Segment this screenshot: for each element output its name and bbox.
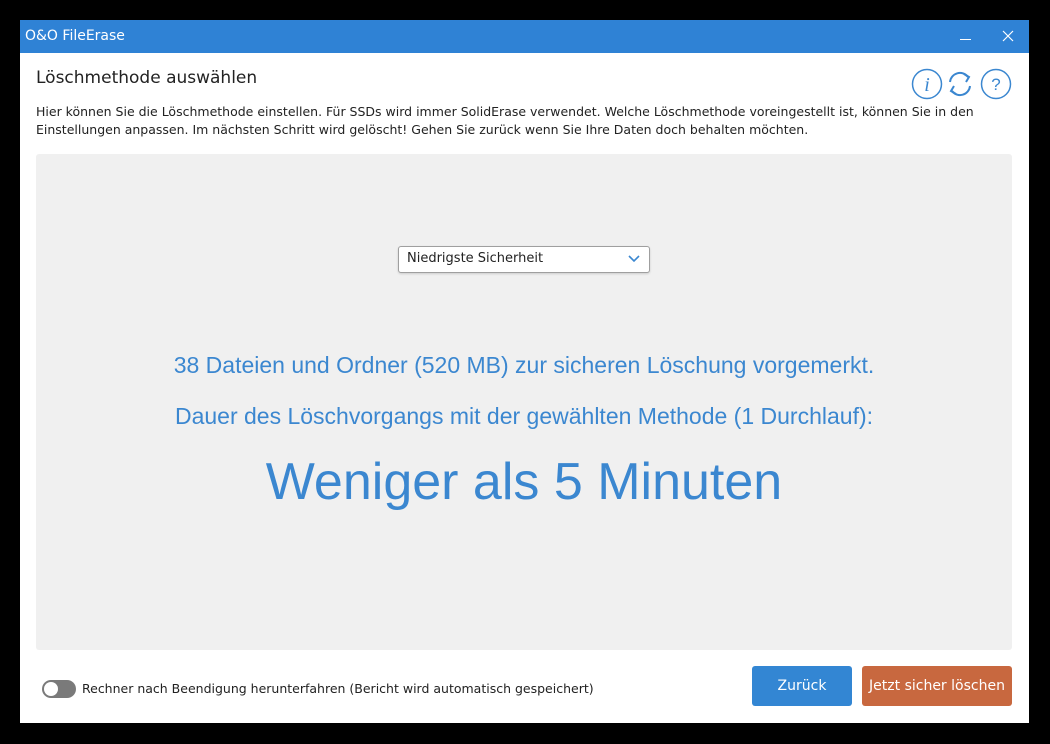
erase-method-dropdown[interactable]: Niedrigste Sicherheit (398, 246, 650, 273)
duration-value: Weniger als 5 Minuten (265, 453, 783, 511)
svg-text:i: i (924, 74, 930, 96)
close-button[interactable] (988, 20, 1028, 53)
close-icon (1002, 30, 1014, 42)
method-panel: Niedrigste Sicherheit 38 Dateien und Ord… (36, 154, 1012, 650)
help-button[interactable]: ? (980, 68, 1012, 100)
info-button[interactable]: i (911, 68, 943, 100)
toggle-knob (44, 682, 58, 696)
info-icon: i (911, 68, 943, 100)
refresh-button[interactable] (944, 68, 976, 100)
chevron-down-icon (628, 255, 640, 263)
erase-method-value: Niedrigste Sicherheit (407, 251, 544, 266)
help-icon: ? (980, 68, 1012, 100)
files-summary: 38 Dateien und Ordner (520 MB) zur siche… (173, 352, 875, 378)
page-title: Löschmethode auswählen (36, 68, 258, 88)
app-window: O&O FileErase Löschmethode auswählen i ? (20, 20, 1029, 723)
minimize-button[interactable] (945, 20, 985, 53)
erase-now-button[interactable]: Jetzt sicher löschen (862, 666, 1012, 706)
shutdown-toggle[interactable] (42, 680, 76, 698)
refresh-icon (949, 71, 971, 97)
shutdown-toggle-label: Rechner nach Beendigung herunterfahren (… (82, 681, 594, 696)
back-button[interactable]: Zurück (752, 666, 852, 706)
svg-text:?: ? (991, 75, 1000, 94)
window-title: O&O FileErase (25, 28, 125, 44)
minimize-icon (960, 39, 971, 40)
title-bar: O&O FileErase (20, 20, 1029, 53)
duration-label: Dauer des Löschvorgangs mit der gewählte… (174, 403, 874, 429)
description-text: Hier können Sie die Löschmethode einstel… (36, 104, 974, 137)
